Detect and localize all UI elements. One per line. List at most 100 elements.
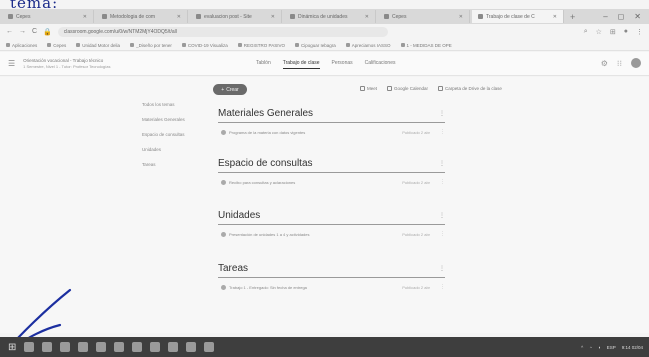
hamburger-menu-icon[interactable]: ☰: [8, 59, 15, 68]
windows-taskbar: ⊞ ^ ◔ ◖ ESP 9:14 02/04: [0, 337, 649, 357]
volume-icon[interactable]: ◖: [598, 345, 601, 350]
tab-stream[interactable]: Tablón: [256, 60, 271, 69]
topics-nav-item[interactable]: Espacio de consultas: [142, 132, 185, 137]
bookmark-icon: [294, 43, 299, 47]
chevron-up-icon[interactable]: ^: [581, 345, 583, 350]
bookmark-item[interactable]: Unidad Motor delia: [76, 43, 120, 48]
star-icon[interactable]: ☆: [596, 28, 602, 36]
reload-icon[interactable]: C: [32, 28, 37, 35]
close-icon[interactable]: ✕: [271, 14, 275, 20]
browser-tab-active[interactable]: Trabajo de clase de C ✕: [472, 10, 564, 23]
more-vert-icon[interactable]: ⋮: [440, 179, 445, 185]
topic-section: Unidades ⋮ Presentación de unidades 1 a …: [218, 210, 445, 237]
store-icon[interactable]: [96, 342, 107, 352]
topics-nav: Todos los temas Materiales Generales Esp…: [142, 102, 185, 177]
minimize-icon[interactable]: –: [603, 12, 607, 21]
calendar-link[interactable]: Google Calendar: [387, 86, 428, 91]
browser-tab[interactable]: evaluacion post - Site ✕: [190, 10, 282, 23]
tab-grades[interactable]: Calificaciones: [365, 60, 396, 69]
system-tray: ^ ◔ ◖ ESP 9:14 02/04: [581, 345, 649, 350]
back-icon[interactable]: ←: [6, 28, 13, 35]
more-vert-icon[interactable]: ⋮: [439, 110, 445, 117]
topic-title: Espacio de consultas: [218, 158, 313, 169]
explorer-icon[interactable]: [78, 342, 89, 352]
bookmark-item[interactable]: COVID-19 Visualiza: [181, 43, 228, 48]
photos-icon[interactable]: [168, 342, 179, 352]
bookmark-item[interactable]: _Diseño por tener: [130, 43, 172, 48]
class-title[interactable]: Orientación vocacional - Trabajo técnico…: [23, 58, 203, 70]
close-icon[interactable]: ✕: [553, 14, 557, 20]
class-section: 1 Semestre, Nivel 1 - Tutor: Profesor Te…: [23, 63, 111, 69]
topics-nav-item[interactable]: Materiales Generales: [142, 117, 185, 122]
avatar[interactable]: [631, 58, 641, 68]
lock-icon: 🔒: [43, 28, 52, 36]
more-vert-icon[interactable]: ⋮: [440, 129, 445, 135]
list-item[interactable]: Programa de la materia con datos vigente…: [218, 129, 445, 135]
word-icon[interactable]: [186, 342, 197, 352]
tab-favicon-icon: [478, 14, 483, 19]
settings-icon[interactable]: ⚙: [601, 59, 608, 68]
list-item[interactable]: Recibo para consultas y aclaraciones Pub…: [218, 179, 445, 185]
browser-tab[interactable]: Dinámica de unidades ✕: [284, 10, 376, 23]
more-vert-icon[interactable]: ⋮: [440, 284, 445, 290]
folder-icon[interactable]: [204, 342, 215, 352]
close-icon[interactable]: ✕: [365, 14, 369, 20]
topics-nav-item[interactable]: Todos los temas: [142, 102, 185, 107]
tab-people[interactable]: Personas: [332, 60, 353, 69]
bookmarks-bar: Aplicaciones Cepes Unidad Motor delia _D…: [0, 40, 649, 51]
bookmark-item[interactable]: Cipoguar Iebagra: [294, 43, 336, 48]
topic-section: Tareas ⋮ Trabajo 1 - Entregado: Sin fech…: [218, 263, 445, 290]
close-icon[interactable]: ✕: [459, 14, 463, 20]
close-icon[interactable]: ✕: [177, 14, 181, 20]
material-icon: [221, 129, 226, 135]
bookmark-item[interactable]: Aplicaciones: [6, 43, 37, 48]
more-vert-icon[interactable]: ⋮: [439, 265, 445, 272]
new-tab-icon[interactable]: +: [564, 12, 581, 22]
close-window-icon[interactable]: ✕: [634, 12, 641, 21]
meet-link[interactable]: Meet: [360, 86, 377, 91]
bookmark-item[interactable]: Apreciamos IASSO: [345, 43, 391, 48]
drive-folder-link[interactable]: Carpeta de Drive de la clase: [438, 86, 502, 91]
clock[interactable]: 9:14 02/04: [622, 345, 643, 350]
windows-start-icon[interactable]: ⊞: [8, 342, 16, 353]
close-icon[interactable]: ✕: [83, 14, 87, 20]
more-vert-icon[interactable]: ⋮: [439, 160, 445, 167]
apps-grid-icon[interactable]: ⁝⁝: [617, 59, 622, 68]
class-name: Orientación vocacional - Trabajo técnico: [23, 57, 104, 63]
maximize-icon[interactable]: ◻: [618, 12, 625, 21]
browser-tab[interactable]: Cepes ✕: [378, 10, 470, 23]
bookmark-item[interactable]: Cepes: [47, 43, 66, 48]
zoom-icon[interactable]: ⌕: [584, 28, 588, 36]
calculator-icon[interactable]: [150, 342, 161, 352]
calendar-icon: [387, 86, 393, 91]
profile-icon[interactable]: ●: [624, 28, 628, 36]
tab-classwork[interactable]: Trabajo de clase: [282, 60, 320, 69]
bookmark-item[interactable]: 1 - MEDIDAS DE OPE: [400, 43, 452, 48]
browser-tab-bar: Cepes ✕ Metodologia de com ✕ evaluacion po…: [0, 9, 649, 24]
forward-icon[interactable]: →: [19, 28, 26, 35]
search-icon[interactable]: [24, 342, 35, 352]
browser-menu-icon[interactable]: ⋮: [636, 28, 643, 36]
list-item[interactable]: Presentación de unidades 1 a 4 y activid…: [218, 231, 445, 237]
classroom-header: ☰ Orientación vocacional - Trabajo técni…: [0, 52, 649, 76]
language-indicator[interactable]: ESP: [607, 345, 616, 350]
chrome-icon[interactable]: [132, 342, 143, 352]
list-item[interactable]: Trabajo 1 - Entregado: Sin fecha de entr…: [218, 284, 445, 290]
edge-icon[interactable]: [60, 342, 71, 352]
browser-tab[interactable]: Cepes ✕: [2, 10, 94, 23]
extensions-icon[interactable]: ⊞: [610, 28, 616, 36]
bookmark-item[interactable]: REGISTRO PASIVO: [237, 43, 285, 48]
topic-title: Tareas: [218, 263, 249, 274]
network-icon[interactable]: ◔: [589, 345, 592, 350]
browser-tab[interactable]: Metodologia de com ✕: [96, 10, 188, 23]
create-button[interactable]: + Crear: [213, 84, 247, 95]
url-input[interactable]: classroom.google.com/u/0/w/NTM2MjY4ODQ5/…: [57, 26, 388, 37]
address-bar-actions: ⌕ ☆ ⊞ ● ⋮: [584, 28, 643, 36]
topics-nav-item[interactable]: Tareas: [142, 162, 185, 167]
more-vert-icon[interactable]: ⋮: [439, 212, 445, 219]
task-view-icon[interactable]: [42, 342, 53, 352]
mail-icon[interactable]: [114, 342, 125, 352]
more-vert-icon[interactable]: ⋮: [440, 231, 445, 237]
topics-nav-item[interactable]: Unidades: [142, 147, 185, 152]
topic-divider: [218, 277, 445, 278]
